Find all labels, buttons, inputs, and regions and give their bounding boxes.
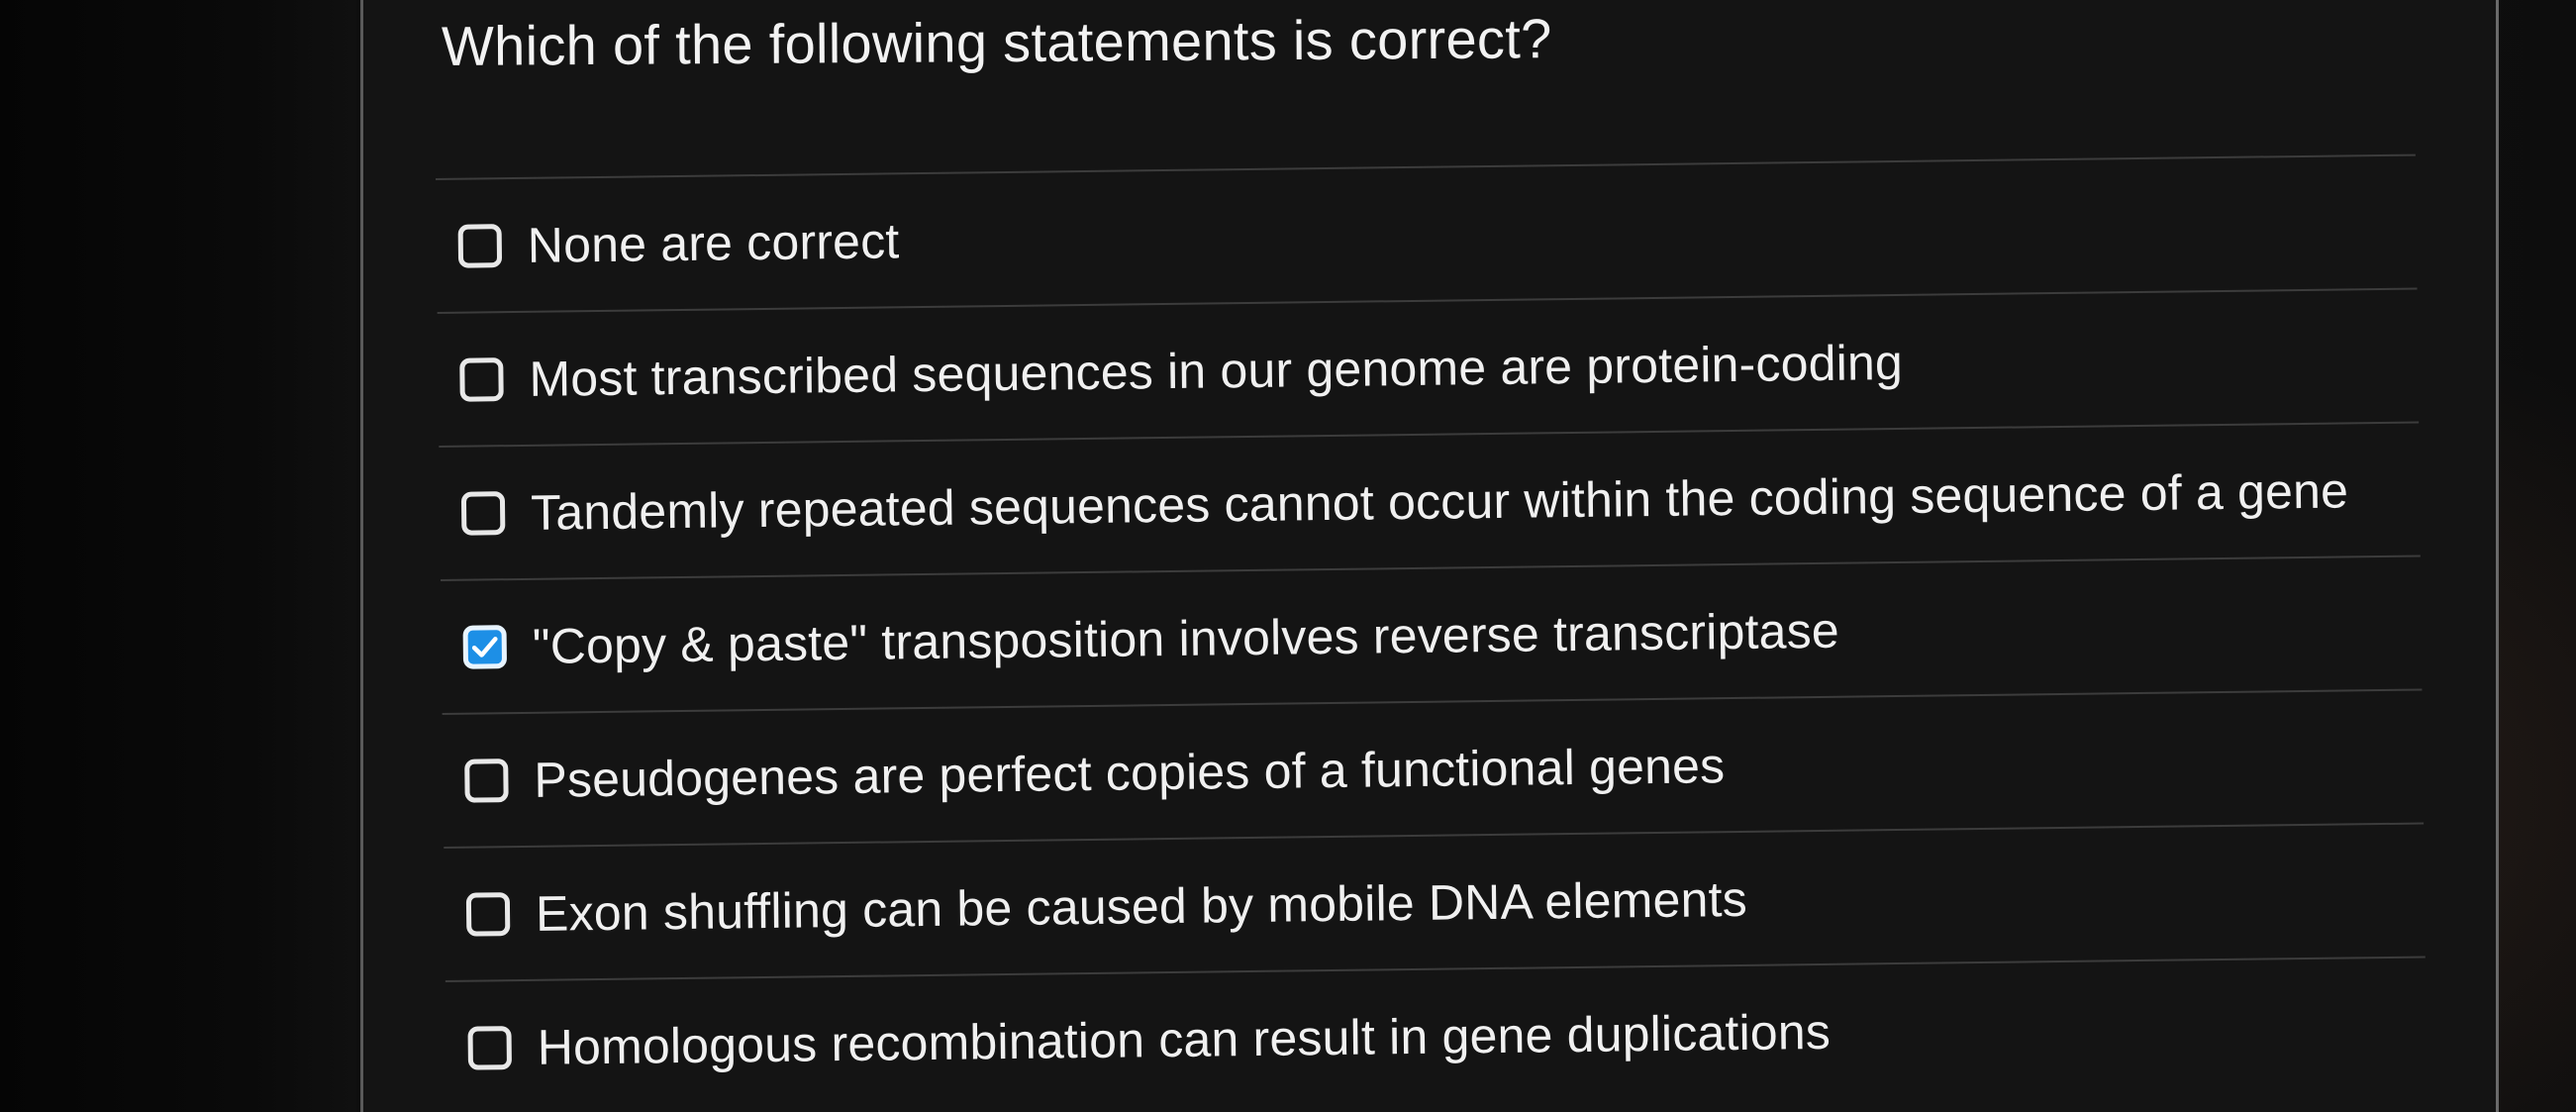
checkbox-checked-icon[interactable]	[462, 624, 508, 669]
question-text: Which of the following statements is cor…	[441, 7, 1552, 77]
answer-option-label: Tandemly repeated sequences cannot occur…	[530, 461, 2349, 541]
answer-option[interactable]: Pseudogenes are perfect copies of a func…	[442, 688, 2425, 847]
checkbox-unchecked-icon[interactable]	[464, 758, 509, 803]
answer-option-label: Homologous recombination can result in g…	[537, 1003, 1832, 1075]
checkbox-unchecked-icon[interactable]	[459, 356, 504, 402]
checkbox-unchecked-icon[interactable]	[460, 490, 506, 536]
answer-options-list: None are correct Most transcribed sequen…	[436, 153, 2427, 1112]
checkbox-unchecked-icon[interactable]	[457, 223, 503, 268]
answer-option-label: "Copy & paste" transposition involves re…	[532, 602, 1840, 674]
checkbox-unchecked-icon[interactable]	[467, 1025, 512, 1070]
answer-option-label: Exon shuffling can be caused by mobile D…	[535, 870, 1748, 942]
answer-option-label: Most transcribed sequences in our genome…	[529, 334, 1904, 407]
answer-option[interactable]: None are correct	[436, 153, 2418, 312]
screen-bezel	[0, 0, 356, 1112]
answer-option[interactable]: Exon shuffling can be caused by mobile D…	[444, 822, 2426, 980]
answer-option[interactable]: Tandemly repeated sequences cannot occur…	[439, 421, 2421, 579]
answer-option[interactable]: Homologous recombination can result in g…	[445, 956, 2427, 1112]
answer-option-selected[interactable]: "Copy & paste" transposition involves re…	[440, 555, 2423, 713]
answer-option-label: Pseudogenes are perfect copies of a func…	[534, 737, 1726, 808]
answer-option[interactable]: Most transcribed sequences in our genome…	[437, 287, 2420, 446]
checkmark-icon	[471, 636, 498, 657]
checkbox-unchecked-icon[interactable]	[465, 891, 511, 937]
answer-option-label: None are correct	[527, 212, 900, 273]
